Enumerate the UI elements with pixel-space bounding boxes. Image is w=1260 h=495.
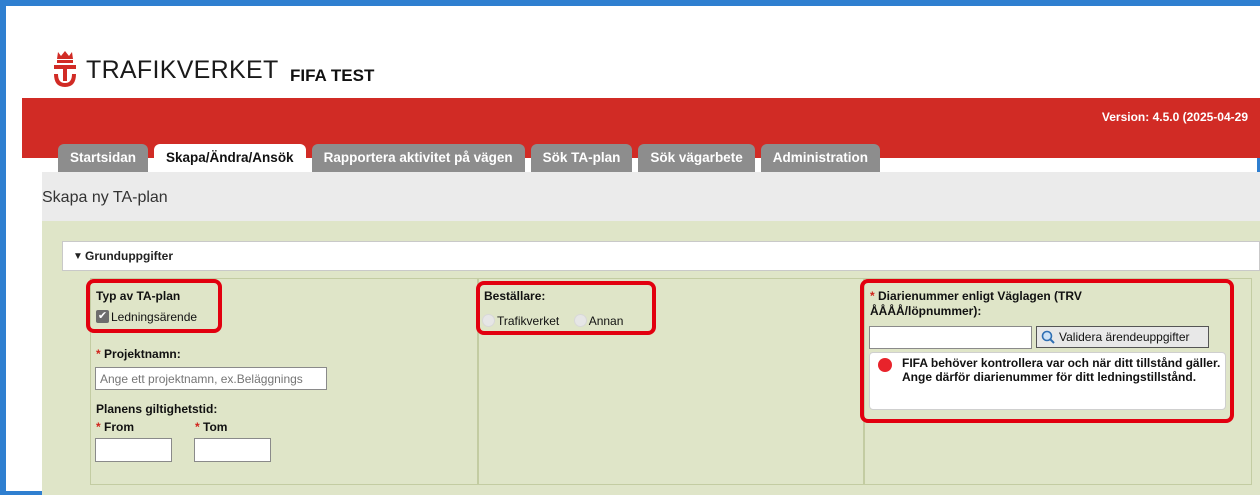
expand-caret-icon: ▼ (73, 251, 83, 262)
required-asterisk: * (96, 420, 101, 434)
highlight-bestallare (476, 281, 656, 335)
logo-text: TRAFIKVERKET (86, 55, 279, 84)
header: TRAFIKVERKET FIFA TEST (22, 6, 1260, 98)
tab-skapa-andra-ansok[interactable]: Skapa/Ändra/Ansök (154, 144, 306, 174)
section-title: Grunduppgifter (85, 249, 173, 263)
tom-label-text: Tom (203, 420, 228, 434)
app-window: TRAFIKVERKET FIFA TEST Version: 4.5.0 (2… (22, 6, 1260, 495)
tom-label: * Tom (195, 420, 227, 434)
tab-administration[interactable]: Administration (760, 144, 880, 172)
from-date-input[interactable] (95, 438, 172, 462)
trafikverket-logo[interactable]: TRAFIKVERKET (50, 50, 279, 90)
tab-sok-vagarbete[interactable]: Sök vägarbete (638, 144, 755, 172)
tab-sok-ta-plan[interactable]: Sök TA-plan (530, 144, 633, 172)
highlight-typ (86, 279, 222, 333)
app-title: FIFA TEST (290, 66, 375, 85)
from-label: * From (96, 420, 134, 434)
highlight-diarienummer (860, 279, 1234, 423)
required-asterisk: * (195, 420, 200, 434)
projektnamn-label-text: Projektnamn: (104, 347, 181, 361)
projektnamn-label: * Projektnamn: (96, 347, 181, 361)
version-text: Version: 4.5.0 (2025-04-29 (1101, 110, 1248, 124)
projektnamn-input[interactable] (95, 367, 327, 390)
from-label-text: From (104, 420, 135, 434)
required-asterisk: * (96, 347, 101, 361)
tab-rapportera-aktivitet[interactable]: Rapportera aktivitet på vägen (311, 144, 525, 172)
section-header-grunduppgifter[interactable]: ▼ Grunduppgifter (62, 241, 1260, 271)
main-tabs: Startsidan Skapa/Ändra/Ansök Rapportera … (58, 144, 886, 174)
tab-startsidan[interactable]: Startsidan (58, 144, 149, 172)
crown-logo-icon (54, 51, 76, 87)
page-title: Skapa ny TA-plan (42, 189, 168, 206)
giltighet-label: Planens giltighetstid: (96, 402, 218, 416)
tom-date-input[interactable] (194, 438, 271, 462)
